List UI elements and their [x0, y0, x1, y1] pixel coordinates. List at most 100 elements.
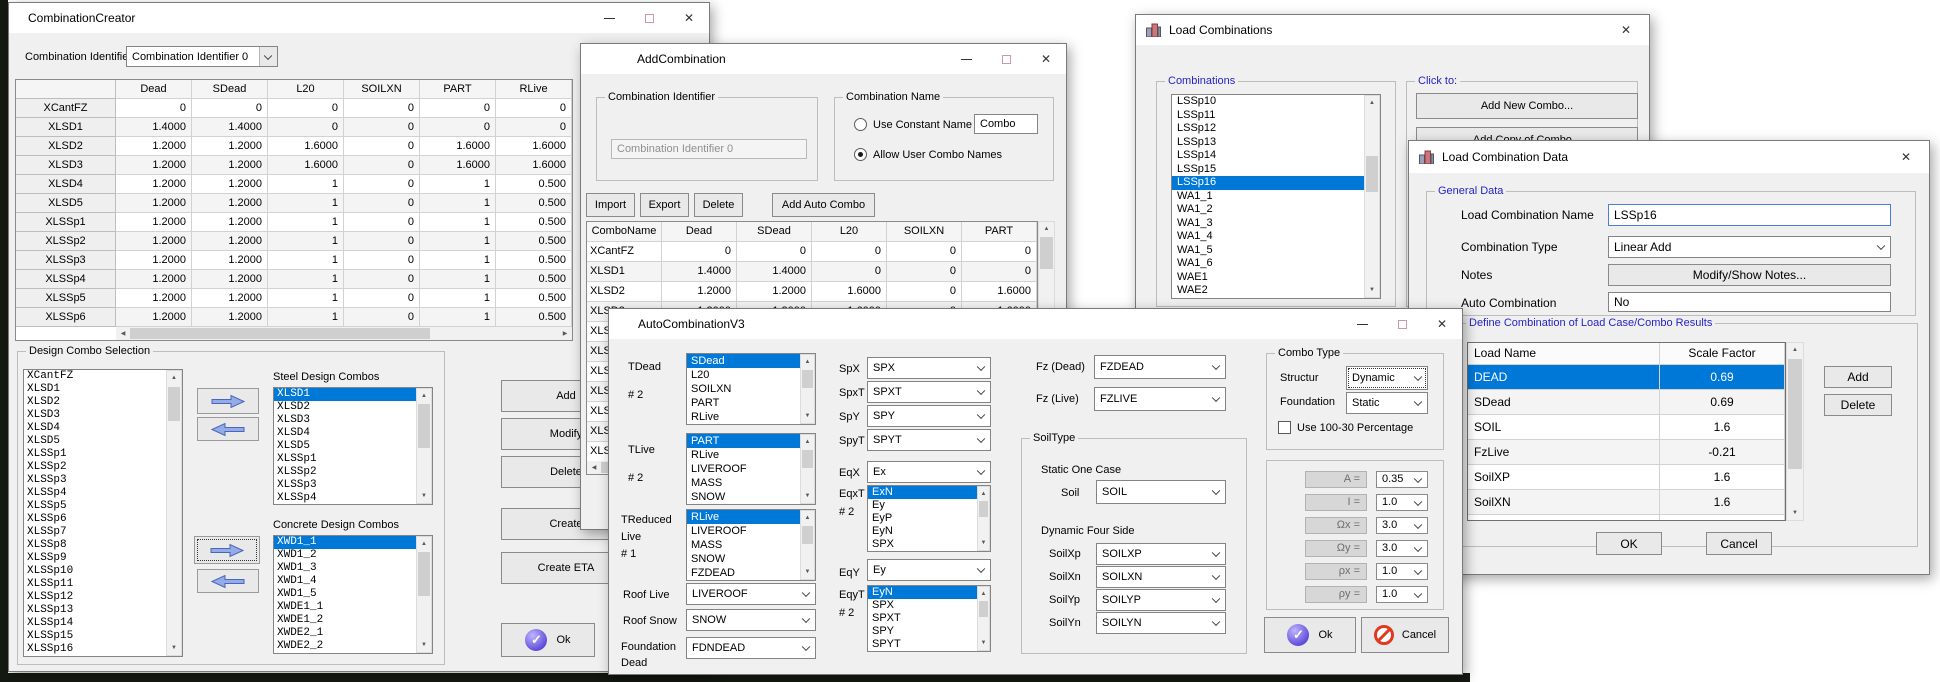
structur-select[interactable]: Dynamic — [1346, 366, 1428, 390]
eqxt-list[interactable]: ExNEyEyPEyNSPX — [867, 485, 991, 552]
table-row[interactable]: XLSD5 1.2000 1.2000 1 0 1 0.500 — [16, 194, 572, 213]
scroll-up-icon[interactable]: ▲ — [417, 537, 431, 551]
list-item[interactable]: PART — [687, 434, 815, 448]
list-item[interactable]: EyP — [868, 512, 990, 525]
maximize-button[interactable] — [629, 3, 669, 33]
list-item[interactable]: LSSp15 — [1172, 163, 1380, 177]
scroll-down-icon[interactable]: ▼ — [167, 641, 181, 655]
soilyn-select[interactable]: SOILYN — [1096, 612, 1226, 634]
scroll-down-icon[interactable]: ▼ — [801, 409, 814, 423]
table-row[interactable]: XLSSp5 1.2000 1.2000 1 0 1 0.500 — [16, 289, 572, 308]
list-item[interactable]: XLSD3 — [274, 414, 432, 427]
scrollbar-thumb[interactable] — [802, 370, 813, 388]
list-item[interactable]: WA1_4 — [1172, 230, 1380, 244]
scroll-down-icon[interactable]: ▼ — [417, 638, 431, 652]
list-item[interactable]: XLSSp10 — [24, 565, 182, 578]
vertical-scrollbar[interactable]: ▲ ▼ — [166, 370, 182, 656]
use-100-30-checkbox[interactable] — [1278, 421, 1291, 434]
list-item[interactable]: XWDE1_1 — [274, 601, 432, 614]
list-item[interactable]: WA1_2 — [1172, 203, 1380, 217]
scroll-up-icon[interactable]: ▲ — [978, 587, 989, 601]
eqyt-list[interactable]: EyNSPXSPXTSPYSPYT — [867, 585, 991, 652]
list-item[interactable]: SPYT — [868, 638, 990, 651]
list-item[interactable]: XLSD4 — [274, 427, 432, 440]
all-combos-list[interactable]: XCantFZXLSD1XLSD2XLSD3XLSD4XLSD5XLSSp1XL… — [23, 369, 183, 657]
list-item[interactable]: WAE1 — [1172, 271, 1380, 285]
title-bar[interactable]: Load Combination Data — [1409, 141, 1929, 173]
table-row[interactable]: SoilXN 1.6 — [1468, 490, 1785, 515]
close-button[interactable]: ✕ — [1026, 44, 1066, 74]
combination-type-select[interactable]: Linear Add — [1608, 236, 1891, 258]
export-button[interactable]: Export — [640, 193, 689, 217]
vertical-scrollbar[interactable]: ▲ ▼ — [977, 486, 990, 551]
maximize-button[interactable] — [1382, 309, 1422, 339]
parameter-spinner[interactable]: 3.0 — [1376, 540, 1428, 557]
soil-select[interactable]: SOIL — [1096, 480, 1226, 504]
roof-snow-select[interactable]: SNOW — [686, 609, 816, 631]
add-new-combo-button[interactable]: Add New Combo... — [1416, 93, 1638, 119]
maximize-button[interactable] — [986, 44, 1026, 74]
list-item[interactable]: RLive — [687, 448, 815, 462]
table-row[interactable]: XCantFZ 0 0 0 0 0 0 — [16, 99, 572, 118]
list-item[interactable]: LIVEROOF — [687, 462, 815, 476]
identifier-field[interactable]: Combination Identifier 0 — [611, 139, 807, 159]
list-item[interactable]: SPX — [868, 538, 990, 551]
table-row[interactable]: SOIL 1.6 — [1468, 415, 1785, 440]
table-row[interactable]: SoilXP 1.6 — [1468, 465, 1785, 490]
ok-button[interactable]: ✓ Ok — [501, 623, 595, 657]
list-item[interactable]: LSSp12 — [1172, 122, 1380, 136]
scroll-up-icon[interactable]: ▲ — [1365, 96, 1379, 110]
table-row[interactable]: XLSSp1 1.2000 1.2000 1 0 1 0.500 — [16, 213, 572, 232]
list-item[interactable]: RLive — [687, 410, 815, 424]
list-item[interactable]: MASS — [687, 476, 815, 490]
list-item[interactable]: XLSSp5 — [24, 500, 182, 513]
remove-from-steel-button[interactable] — [197, 417, 259, 441]
spy-select[interactable]: SPY — [867, 405, 991, 427]
list-item[interactable]: XLSSp11 — [24, 578, 182, 591]
scrollbar-thumb[interactable] — [802, 526, 813, 544]
list-item[interactable]: SNOW — [687, 552, 815, 566]
scroll-down-icon[interactable]: ▼ — [1787, 506, 1803, 520]
list-item[interactable]: LSSp13 — [1172, 136, 1380, 150]
scroll-up-icon[interactable]: ▲ — [417, 389, 431, 403]
list-item[interactable]: EyN — [868, 586, 990, 599]
table-row[interactable]: SDead 0.69 — [1468, 390, 1785, 415]
list-item[interactable]: PART — [687, 396, 815, 410]
scroll-up-icon[interactable]: ▲ — [1787, 343, 1803, 357]
list-item[interactable]: XLSD1 — [24, 383, 182, 396]
scroll-down-icon[interactable]: ▼ — [801, 565, 814, 579]
list-item[interactable]: LIVEROOF — [687, 524, 815, 538]
table-row[interactable]: XLSSp3 1.2000 1.2000 1 0 1 0.500 — [16, 251, 572, 270]
list-item[interactable]: XWDE2_2 — [274, 640, 432, 653]
roof-live-select[interactable]: LIVEROOF — [686, 583, 816, 605]
vertical-scrollbar[interactable]: ▲ ▼ — [1364, 95, 1380, 298]
list-item[interactable]: XLSSp3 — [24, 474, 182, 487]
constant-name-field[interactable]: Combo — [974, 114, 1038, 134]
scrollbar-thumb[interactable] — [979, 601, 988, 617]
list-item[interactable]: XLSSp2 — [24, 461, 182, 474]
add-auto-combo-button[interactable]: Add Auto Combo — [772, 193, 875, 217]
move-to-concrete-button[interactable] — [194, 536, 260, 564]
parameter-spinner[interactable]: 1.0 — [1376, 586, 1428, 603]
list-item[interactable]: XLSSp7 — [24, 526, 182, 539]
minimize-button[interactable] — [1342, 309, 1382, 339]
list-item[interactable]: XLSSp9 — [24, 552, 182, 565]
table-row[interactable]: XLSSp6 1.2000 1.2000 1 0 1 0.500 — [16, 308, 572, 327]
vertical-scrollbar[interactable]: ▲ ▼ — [416, 388, 432, 504]
treduced-live-list[interactable]: RLiveLIVEROOFMASSSNOWFZDEAD — [686, 509, 816, 581]
list-item[interactable]: WA1_3 — [1172, 217, 1380, 231]
list-item[interactable]: XWD1_5 — [274, 588, 432, 601]
table-row[interactable]: XLSD3 1.2000 1.2000 1.6000 0 1.6000 1.60… — [16, 156, 572, 175]
table-row[interactable]: XLSD2 1.2000 1.2000 1.6000 0 1.6000 1.60… — [16, 137, 572, 156]
list-item[interactable]: XLSSp16 — [24, 643, 182, 656]
scroll-up-icon[interactable]: ▲ — [978, 487, 989, 501]
scroll-left-icon[interactable]: ◀ — [116, 327, 130, 340]
list-item[interactable]: XLSSp14 — [24, 617, 182, 630]
dropdown-button[interactable] — [259, 47, 277, 66]
list-item[interactable]: FZDEAD — [687, 566, 815, 580]
close-button[interactable]: ✕ — [669, 3, 709, 33]
table-row[interactable]: XLSD2 1.2000 1.2000 1.6000 0 1.6000 — [587, 282, 1037, 302]
list-item[interactable]: XLSD5 — [24, 435, 182, 448]
list-item[interactable]: LSSp14 — [1172, 149, 1380, 163]
vertical-scrollbar[interactable]: ▲ ▼ — [977, 586, 990, 651]
